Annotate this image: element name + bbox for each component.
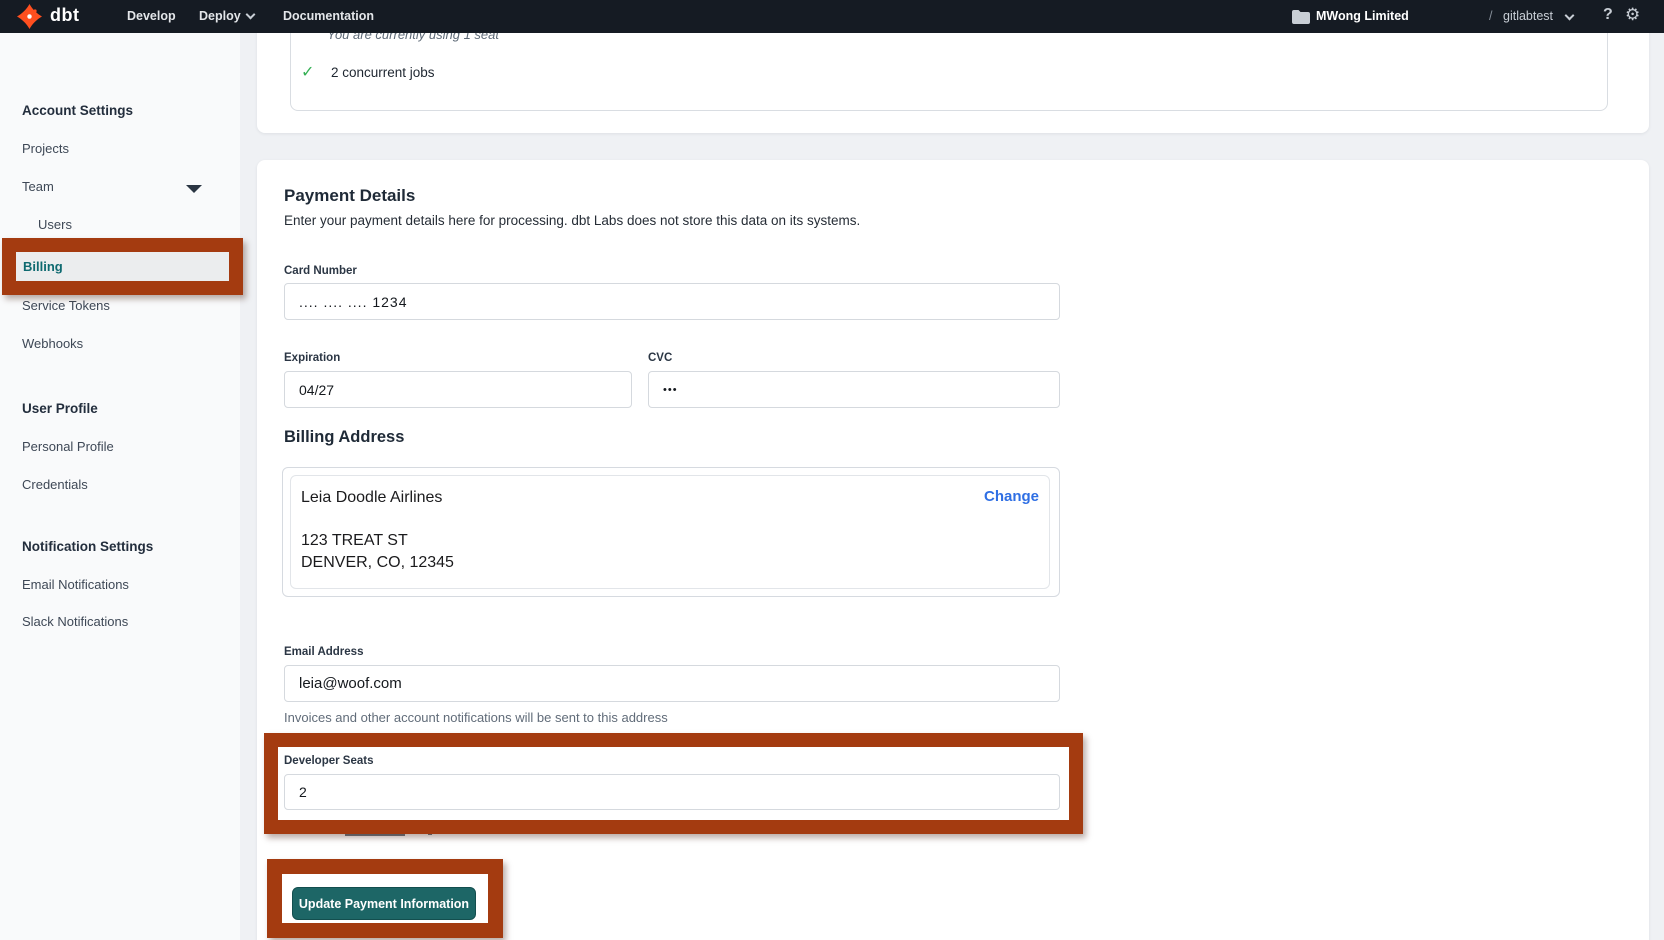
- dbt-logo-text[interactable]: dbt: [50, 5, 79, 26]
- expiration-input[interactable]: 04/27: [284, 371, 632, 408]
- chevron-down-icon[interactable]: [1565, 11, 1575, 21]
- address-line2: DENVER, CO, 12345: [301, 554, 454, 572]
- sidebar-item-team[interactable]: Team: [22, 179, 54, 194]
- address-name: Leia Doodle Airlines: [301, 489, 442, 507]
- email-helper-text: Invoices and other account notifications…: [284, 710, 668, 725]
- update-payment-button[interactable]: Update Payment Information: [292, 887, 476, 920]
- gear-icon[interactable]: ⚙: [1625, 5, 1640, 25]
- address-line1: 123 TREAT ST: [301, 532, 408, 550]
- sidebar-item-billing[interactable]: Billing: [23, 259, 63, 274]
- chevron-down-icon[interactable]: [186, 185, 202, 193]
- card-number-label: Card Number: [284, 265, 357, 277]
- clipped-text-fragment: [428, 831, 432, 835]
- expiration-label: Expiration: [284, 352, 340, 364]
- email-input[interactable]: leia@woof.com: [284, 665, 1060, 702]
- sidebar-heading-user-profile: User Profile: [22, 401, 98, 416]
- project-switcher[interactable]: gitlabtest: [1503, 9, 1553, 23]
- sidebar-item-personal-profile[interactable]: Personal Profile: [22, 439, 114, 454]
- sidebar-heading-account-settings: Account Settings: [22, 103, 133, 118]
- payment-details-title: Payment Details: [284, 186, 415, 206]
- account-name[interactable]: MWong Limited: [1316, 9, 1409, 23]
- sidebar-item-service-tokens[interactable]: Service Tokens: [22, 298, 110, 313]
- clipped-text-fragment: [345, 834, 405, 836]
- sidebar-item-email-notifications[interactable]: Email Notifications: [22, 577, 129, 592]
- nav-item-deploy[interactable]: Deploy: [199, 9, 241, 23]
- change-address-link[interactable]: Change: [984, 488, 1039, 505]
- concurrent-jobs-text: 2 concurrent jobs: [331, 65, 435, 80]
- sidebar-item-webhooks[interactable]: Webhooks: [22, 336, 83, 351]
- sidebar-item-credentials[interactable]: Credentials: [22, 477, 88, 492]
- billing-address-title: Billing Address: [284, 428, 404, 447]
- sidebar-item-projects[interactable]: Projects: [22, 141, 69, 156]
- page: You are currently using 1 seat ✓ 2 concu…: [0, 0, 1664, 940]
- help-icon[interactable]: ?: [1603, 6, 1613, 24]
- developer-seats-input[interactable]: 2: [284, 774, 1060, 810]
- check-icon: ✓: [301, 62, 314, 82]
- payment-details-description: Enter your payment details here for proc…: [284, 213, 860, 228]
- sidebar-item-slack-notifications[interactable]: Slack Notifications: [22, 614, 128, 629]
- folder-icon: [1292, 10, 1310, 24]
- sidebar-item-users[interactable]: Users: [38, 217, 72, 232]
- breadcrumb-separator: /: [1489, 9, 1492, 23]
- cvc-label: CVC: [648, 352, 672, 364]
- card-number-input[interactable]: .... .... .... 1234: [284, 283, 1060, 320]
- top-navbar: dbt Develop Deploy Documentation MWong L…: [0, 0, 1664, 33]
- dbt-logo-icon[interactable]: [17, 4, 42, 29]
- nav-item-develop[interactable]: Develop: [127, 9, 176, 23]
- chevron-down-icon[interactable]: [246, 10, 256, 20]
- nav-item-documentation[interactable]: Documentation: [283, 9, 374, 23]
- email-label: Email Address: [284, 646, 363, 658]
- sidebar-heading-notification-settings: Notification Settings: [22, 539, 153, 554]
- cvc-input[interactable]: •••: [648, 371, 1060, 408]
- developer-seats-label: Developer Seats: [284, 755, 374, 767]
